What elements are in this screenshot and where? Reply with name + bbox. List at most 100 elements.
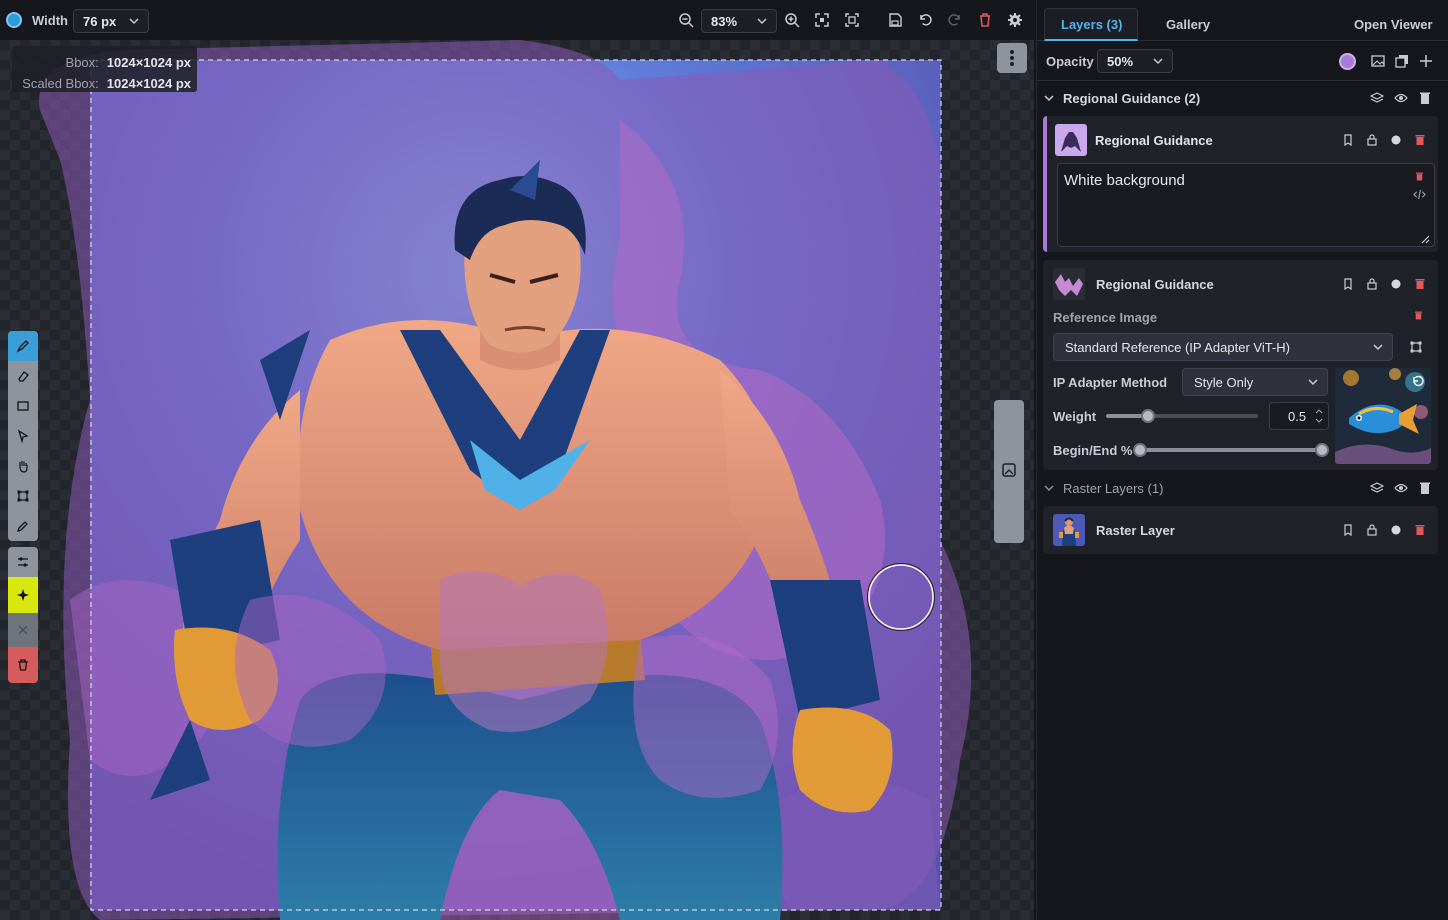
group-title: Regional Guidance (2)	[1063, 91, 1201, 106]
positive-prompt-input[interactable]: White background	[1057, 163, 1435, 247]
regional-guidance-layer-2[interactable]: Regional Guidance Reference Image Standa…	[1043, 260, 1438, 470]
canvas-toolbar: Width 76 px 83%	[0, 0, 1034, 40]
hand-icon	[19, 461, 28, 473]
canvas-area[interactable]: Bbox: 1024×1024 px Scaled Bbox: 1024×102…	[0, 40, 1034, 920]
canvas-artwork	[39, 40, 972, 920]
eye-icon[interactable]	[1394, 481, 1408, 495]
trash-icon[interactable]	[1413, 310, 1424, 321]
delete-tool[interactable]	[8, 647, 38, 683]
layer-color-swatch[interactable]	[1339, 53, 1356, 70]
weight-input[interactable]: 0.5	[1269, 402, 1329, 430]
bbox-label: Bbox:	[65, 55, 99, 70]
undo-icon[interactable]	[917, 12, 933, 28]
trash-icon	[18, 659, 28, 671]
open-viewer-button[interactable]: Open Viewer	[1354, 17, 1433, 32]
chevron-down-icon	[757, 18, 767, 25]
group-title: Raster Layers (1)	[1063, 481, 1164, 496]
filters-tool[interactable]	[8, 547, 38, 577]
trash-icon[interactable]	[1418, 481, 1432, 495]
mask-thumbnail-icon	[1061, 132, 1081, 152]
opacity-row: Opacity 50%	[1037, 41, 1448, 81]
brush-tool[interactable]	[8, 331, 38, 361]
save-icon[interactable]	[887, 12, 903, 28]
regional-guidance-group-header[interactable]: Regional Guidance (2)	[1037, 81, 1448, 115]
reset-icon[interactable]	[1411, 374, 1425, 388]
color-picker-tool[interactable]	[8, 511, 38, 541]
redo-icon[interactable]	[947, 12, 963, 28]
bookmark-icon[interactable]	[1341, 277, 1355, 291]
image-compare-icon	[1002, 463, 1016, 477]
tool-palette	[8, 331, 38, 683]
tab-gallery[interactable]: Gallery	[1166, 17, 1210, 32]
ip-method-select[interactable]: Style Only	[1182, 368, 1328, 396]
resize-handle-icon[interactable]	[1420, 234, 1430, 244]
chevron-down-icon	[129, 18, 139, 25]
begin-end-slider[interactable]	[1133, 442, 1329, 458]
code-icon[interactable]	[1413, 189, 1426, 200]
plus-icon[interactable]	[1419, 54, 1433, 68]
scaled-bbox-row: Scaled Bbox: 1024×1024 px	[22, 76, 191, 91]
brush-width-select[interactable]: 76 px	[73, 9, 149, 33]
raster-layer[interactable]: Raster Layer	[1043, 506, 1438, 554]
generate-tool[interactable]	[8, 577, 38, 613]
lock-icon[interactable]	[1365, 133, 1379, 147]
visibility-dot-icon[interactable]	[1389, 133, 1403, 147]
reference-image-label: Reference Image	[1053, 310, 1158, 325]
eraser-tool[interactable]	[8, 361, 38, 391]
layers-panel: Layers (3) Gallery Open Viewer Opacity 5…	[1036, 0, 1448, 920]
layers-stack-icon[interactable]	[1370, 91, 1384, 105]
layers-stack-icon[interactable]	[1370, 481, 1384, 495]
duplicate-icon[interactable]	[1395, 54, 1409, 68]
bookmark-icon[interactable]	[1341, 133, 1355, 147]
cancel-tool[interactable]	[8, 613, 38, 647]
lock-icon[interactable]	[1365, 277, 1379, 291]
chevron-down-icon	[1153, 58, 1163, 65]
pan-tool[interactable]	[8, 451, 38, 481]
eraser-icon	[18, 371, 29, 382]
sliders-icon	[18, 557, 28, 567]
tab-layers[interactable]: Layers (3)	[1061, 17, 1122, 32]
ip-adapter-model-select[interactable]: Standard Reference (IP Adapter ViT-H)	[1053, 333, 1393, 361]
delete-layer-icon[interactable]	[1413, 277, 1427, 291]
trash-icon[interactable]	[977, 12, 993, 28]
zoom-in-icon[interactable]	[784, 12, 800, 28]
visibility-dot-icon[interactable]	[1389, 523, 1403, 537]
brush-color-swatch[interactable]	[6, 12, 22, 28]
lock-icon[interactable]	[1365, 523, 1379, 537]
scaled-bbox-value: 1024×1024 px	[106, 76, 191, 91]
raster-layers-group-header[interactable]: Raster Layers (1)	[1037, 471, 1448, 505]
bbox-fit-icon[interactable]	[1409, 340, 1423, 354]
gear-icon[interactable]	[1007, 12, 1023, 28]
chevron-down-icon[interactable]	[1043, 92, 1055, 104]
fit-to-screen-icon[interactable]	[814, 12, 830, 28]
delete-layer-icon[interactable]	[1413, 133, 1427, 147]
eye-icon[interactable]	[1394, 91, 1408, 105]
image-icon[interactable]	[1371, 54, 1385, 68]
opacity-select[interactable]: 50%	[1097, 49, 1173, 73]
rectangle-icon	[17, 401, 29, 411]
weight-slider[interactable]	[1106, 408, 1258, 424]
fit-bbox-icon[interactable]	[844, 12, 860, 28]
trash-icon[interactable]	[1414, 171, 1425, 182]
chevron-down-icon[interactable]	[1043, 482, 1055, 494]
ip-method-label: IP Adapter Method	[1053, 375, 1168, 390]
visibility-dot-icon[interactable]	[1389, 277, 1403, 291]
trash-icon[interactable]	[1418, 91, 1432, 105]
regional-guidance-layer-1[interactable]: Regional Guidance White background	[1043, 116, 1438, 252]
canvas-menu-button[interactable]	[997, 43, 1027, 73]
transform-tool[interactable]	[8, 481, 38, 511]
rect-tool[interactable]	[8, 391, 38, 421]
zoom-select[interactable]: 83%	[701, 9, 777, 33]
delete-layer-icon[interactable]	[1413, 523, 1427, 537]
kebab-menu-icon	[1010, 50, 1014, 66]
mask-thumbnail-icon	[1055, 274, 1083, 296]
layer-thumbnail	[1053, 514, 1085, 546]
zoom-out-icon[interactable]	[678, 12, 694, 28]
move-tool[interactable]	[8, 421, 38, 451]
layer-name: Raster Layer	[1096, 523, 1175, 538]
reference-image-thumbnail[interactable]	[1335, 368, 1431, 464]
toggle-panel-handle[interactable]	[994, 400, 1024, 543]
bookmark-icon[interactable]	[1341, 523, 1355, 537]
bbox-value: 1024×1024 px	[106, 55, 191, 70]
stepper-icon[interactable]	[1315, 407, 1323, 425]
